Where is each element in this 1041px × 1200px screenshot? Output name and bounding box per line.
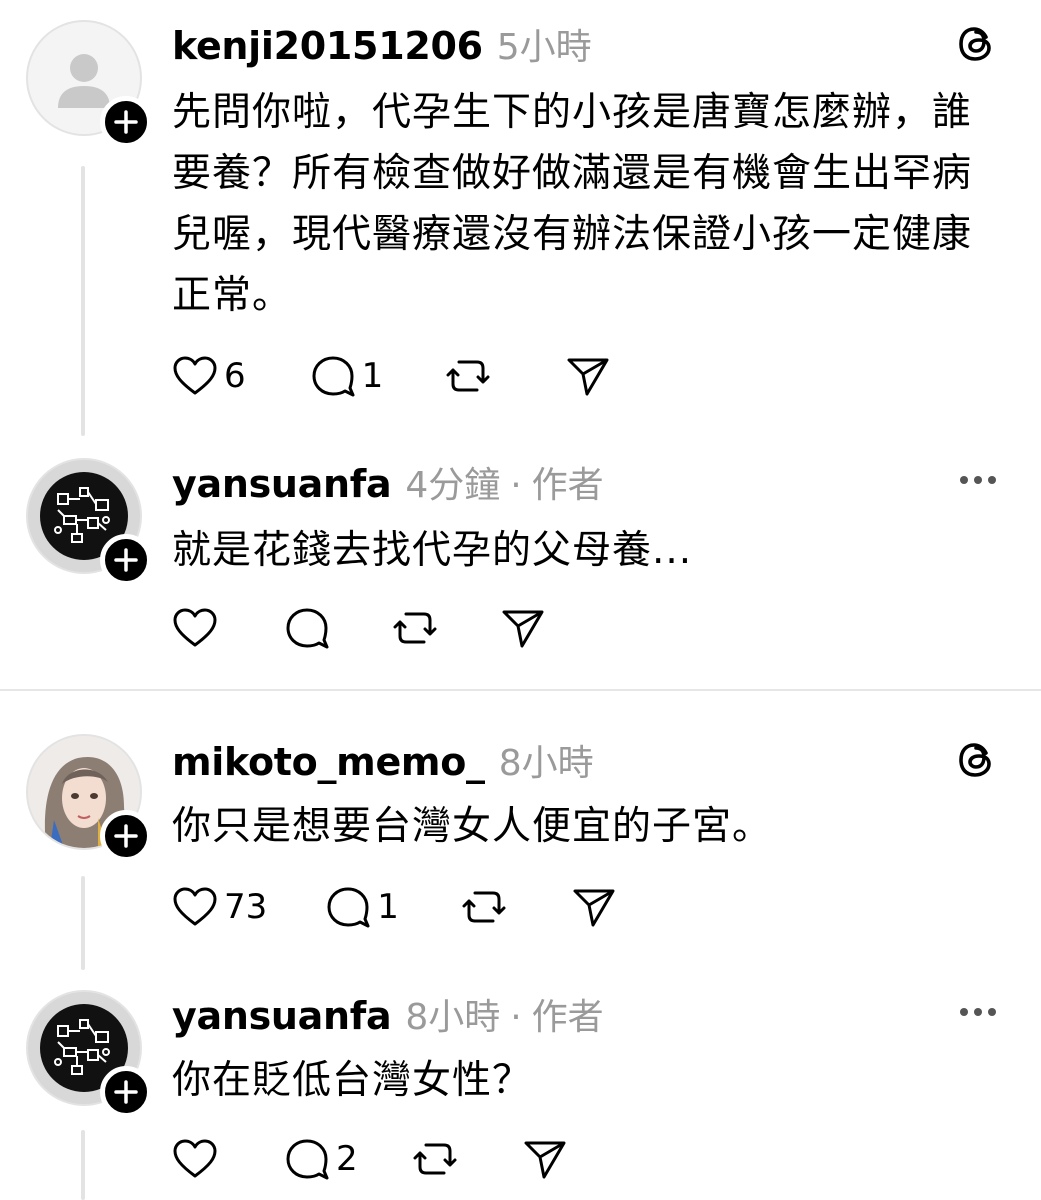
heart-icon [173, 356, 217, 395]
author-tag: 作者 [531, 997, 604, 1038]
post-kenji: kenji20151206 5小時 先問你啦，代孕生下的小孩是唐寶怎麼辦，誰要養… [0, 0, 1041, 440]
threads-logo-icon[interactable] [955, 22, 999, 66]
plus-icon [114, 548, 138, 572]
reply-button[interactable]: 2 [284, 1137, 358, 1181]
like-button[interactable] [172, 607, 218, 649]
timestamp: 4分鐘 [405, 465, 501, 506]
post-text: 你只是想要台灣女人便宜的子宮。 [172, 804, 773, 849]
post-text: 就是花錢去找代孕的父母養... [172, 528, 693, 573]
reply-button[interactable]: 1 [310, 354, 384, 398]
post-header: kenji20151206 5小時 [172, 18, 592, 70]
timestamp: 8小時 [498, 743, 594, 784]
author-tag: 作者 [531, 465, 604, 506]
reply-count: 1 [377, 887, 399, 927]
reply-count: 1 [361, 356, 384, 396]
heart-icon [173, 887, 217, 926]
share-button[interactable] [571, 885, 617, 929]
threads-logo-icon[interactable] [955, 738, 999, 782]
post-header: yansuanfa 4分鐘 · 作者 [172, 456, 604, 508]
like-count: 73 [224, 887, 268, 927]
repost-icon [393, 612, 437, 644]
like-button[interactable]: 73 [172, 886, 267, 928]
send-icon [502, 610, 544, 648]
post-yansuanfa-reply-2: yansuanfa 8小時 · 作者 你在貶低台灣女性？ 2 [0, 970, 1041, 1200]
share-button[interactable] [500, 606, 546, 650]
post-yansuanfa-reply-1: yansuanfa 4分鐘 · 作者 就是花錢去找代孕的父母養... [0, 440, 1041, 690]
more-icon[interactable] [956, 470, 1000, 490]
post-meta: 4分鐘 · 作者 [405, 456, 603, 508]
post-text: 你在貶低台灣女性？ [172, 1058, 533, 1103]
like-button[interactable]: 6 [172, 355, 246, 397]
meta-separator: · [510, 465, 522, 506]
reply-count: 2 [336, 1139, 358, 1179]
comment-icon [286, 1139, 329, 1180]
heart-icon [173, 1139, 217, 1178]
reply-button[interactable] [284, 606, 330, 650]
plus-icon [114, 824, 138, 848]
timestamp: 8小時 [405, 997, 501, 1038]
action-bar: 2 [172, 1134, 568, 1184]
follow-button[interactable] [100, 1066, 152, 1118]
comment-icon [312, 356, 355, 397]
share-button[interactable] [522, 1137, 568, 1181]
send-icon [567, 358, 609, 396]
action-bar: 6 1 [172, 351, 611, 401]
plus-icon [114, 110, 138, 134]
like-count: 6 [224, 356, 246, 396]
thread-line [81, 1130, 85, 1200]
action-bar [172, 603, 546, 653]
share-button[interactable] [565, 354, 611, 398]
post-header: mikoto_memo_ 8小時 [172, 734, 594, 786]
post-meta: 8小時 · 作者 [405, 988, 603, 1040]
post-text: 先問你啦，代孕生下的小孩是唐寶怎麼辦，誰要養？所有檢查做好做滿還是有機會生出罕病… [172, 90, 973, 318]
timestamp: 5小時 [496, 27, 592, 68]
comment-icon [286, 608, 329, 649]
comment-icon [327, 887, 370, 928]
username[interactable]: yansuanfa [172, 994, 392, 1038]
post-meta: 8小時 [499, 734, 594, 786]
send-icon [573, 889, 615, 927]
more-icon[interactable] [956, 1002, 1000, 1022]
repost-button[interactable] [392, 606, 438, 650]
reply-button[interactable]: 1 [325, 885, 399, 929]
like-button[interactable] [172, 1138, 218, 1180]
username[interactable]: mikoto_memo_ [172, 740, 485, 784]
post-mikoto: mikoto_memo_ 8小時 你只是想要台灣女人便宜的子宮。 73 1 [0, 690, 1041, 970]
meta-separator: · [510, 997, 522, 1038]
follow-button[interactable] [100, 534, 152, 586]
action-bar: 73 1 [172, 882, 617, 932]
plus-icon [114, 1080, 138, 1104]
follow-button[interactable] [100, 810, 152, 862]
username[interactable]: yansuanfa [172, 462, 392, 506]
repost-button[interactable] [412, 1137, 458, 1181]
post-meta: 5小時 [497, 18, 592, 70]
heart-icon [173, 608, 217, 647]
username[interactable]: kenji20151206 [172, 24, 483, 68]
repost-button[interactable] [445, 354, 491, 398]
thread-line [81, 876, 85, 970]
repost-icon [462, 891, 506, 923]
repost-button[interactable] [461, 885, 507, 929]
post-header: yansuanfa 8小時 · 作者 [172, 988, 604, 1040]
follow-button[interactable] [100, 96, 152, 148]
repost-icon [413, 1143, 457, 1175]
repost-icon [446, 360, 490, 392]
send-icon [524, 1141, 566, 1179]
thread-line [81, 166, 85, 436]
